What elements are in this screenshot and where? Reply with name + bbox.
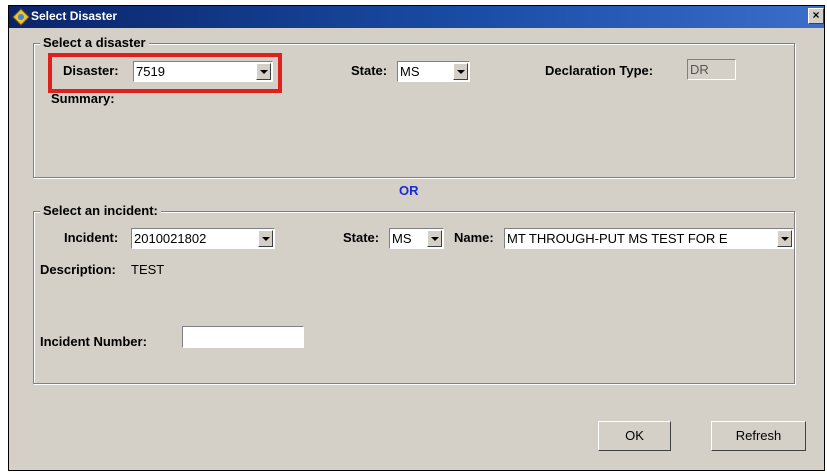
chevron-down-icon[interactable] (256, 63, 271, 80)
ok-button[interactable]: OK (598, 421, 671, 451)
incident-number-label: Incident Number: (40, 334, 147, 349)
disaster-select[interactable]: 7519 (133, 61, 273, 82)
chevron-down-icon[interactable] (258, 230, 273, 247)
select-disaster-dialog: Select Disaster × Select a disaster Disa… (8, 5, 825, 471)
window-title: Select Disaster (31, 9, 118, 23)
incident-group-legend: Select an incident: (40, 203, 161, 218)
incident-name-label: Name: (454, 230, 494, 245)
incident-select[interactable]: 2010021802 (131, 228, 275, 249)
incident-state-select[interactable]: MS (389, 228, 444, 249)
disaster-state-label: State: (351, 63, 388, 78)
chevron-down-icon[interactable] (453, 63, 468, 80)
incident-name-value: MT THROUGH-PUT MS TEST FOR E (507, 231, 728, 246)
declaration-type-value: DR (690, 62, 709, 77)
or-separator: OR (399, 183, 419, 198)
incident-name-select[interactable]: MT THROUGH-PUT MS TEST FOR E (504, 228, 794, 249)
incident-state-label: State: (343, 230, 380, 245)
incident-label: Incident: (64, 230, 119, 245)
close-button[interactable]: × (808, 8, 824, 24)
incident-number-input[interactable] (182, 326, 304, 348)
chevron-down-icon[interactable] (777, 230, 792, 247)
incident-state-value: MS (392, 231, 412, 246)
disaster-label: Disaster: (63, 63, 119, 78)
chevron-down-icon[interactable] (427, 230, 442, 247)
refresh-button[interactable]: Refresh (711, 421, 806, 451)
declaration-type-field: DR (687, 59, 736, 80)
description-value: TEST (131, 262, 165, 277)
declaration-type-label: Declaration Type: (545, 63, 654, 78)
app-icon (12, 8, 30, 26)
summary-label: Summary: (51, 91, 115, 106)
title-bar: Select Disaster × (9, 6, 824, 28)
disaster-select-value: 7519 (136, 64, 165, 79)
disaster-state-value: MS (400, 64, 420, 79)
description-label: Description: (40, 262, 116, 277)
disaster-state-select[interactable]: MS (397, 61, 470, 82)
disaster-group-legend: Select a disaster (40, 35, 149, 50)
incident-select-value: 2010021802 (134, 231, 207, 246)
